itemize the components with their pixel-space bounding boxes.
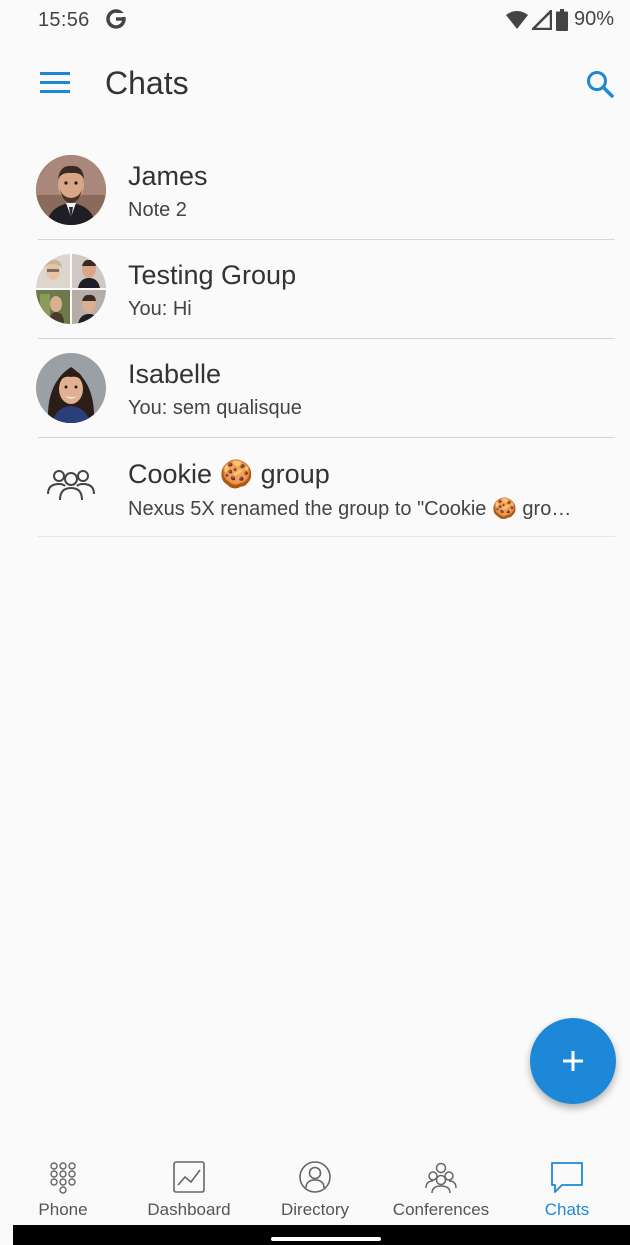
system-nav-bar [13,1225,630,1245]
chat-item-james[interactable]: James Note 2 [0,141,630,240]
chat-bubble-icon [551,1162,583,1193]
group-avatar [36,254,106,324]
chat-list: James Note 2 Testing Group You: Hi Isabe… [0,141,630,537]
plus-icon [563,1051,583,1071]
conference-icon [425,1162,457,1194]
chat-name: Isabelle [128,359,222,389]
nav-label: Chats [544,1200,590,1219]
status-time: 15:56 [38,9,90,31]
chat-preview: You: sem qualisque [128,397,302,419]
person-icon [299,1161,331,1193]
avatar [36,353,106,423]
status-bar: 15:56 90% [0,0,630,40]
nav-label: Directory [280,1200,349,1219]
signal-icon [531,9,552,30]
nav-item-directory[interactable]: Directory [252,1148,378,1226]
google-g-icon [106,9,126,29]
dialpad-icon [50,1162,76,1194]
nav-item-dashboard[interactable]: Dashboard [126,1148,252,1226]
nav-item-phone[interactable]: Phone [0,1148,126,1226]
menu-icon[interactable] [36,66,76,100]
nav-label: Phone [38,1200,88,1219]
battery-icon [555,8,568,31]
chat-name: Cookie 🍪 group [128,459,330,489]
chat-preview: You: Hi [128,298,192,320]
app-bar: Chats [0,52,630,116]
page-title: Chats [105,65,189,101]
chart-icon [173,1161,205,1193]
nav-label: Conferences [392,1200,490,1219]
wifi-icon [505,10,528,29]
search-icon[interactable] [580,64,620,104]
avatar [36,155,106,225]
chat-item-testing-group[interactable]: Testing Group You: Hi [0,240,630,339]
group-icon [36,452,106,522]
bottom-nav: Phone Dashboard Directory Conferences Ch… [0,1148,630,1226]
chat-preview: Nexus 5X renamed the group to "Cookie 🍪 … [128,498,572,520]
status-icons: 90% [505,8,614,31]
chat-name: Testing Group [128,260,297,290]
divider [38,536,615,537]
chat-name: James [128,161,208,191]
nav-item-conferences[interactable]: Conferences [378,1148,504,1226]
nav-item-chats[interactable]: Chats [504,1148,630,1226]
nav-label: Dashboard [147,1200,231,1219]
home-indicator[interactable] [271,1237,381,1241]
chat-item-cookie-group[interactable]: Cookie 🍪 group Nexus 5X renamed the grou… [0,438,630,537]
new-chat-button[interactable] [530,1018,616,1104]
chat-preview: Note 2 [128,199,187,221]
chat-item-isabelle[interactable]: Isabelle You: sem qualisque [0,339,630,438]
battery-percent: 90% [573,8,614,30]
